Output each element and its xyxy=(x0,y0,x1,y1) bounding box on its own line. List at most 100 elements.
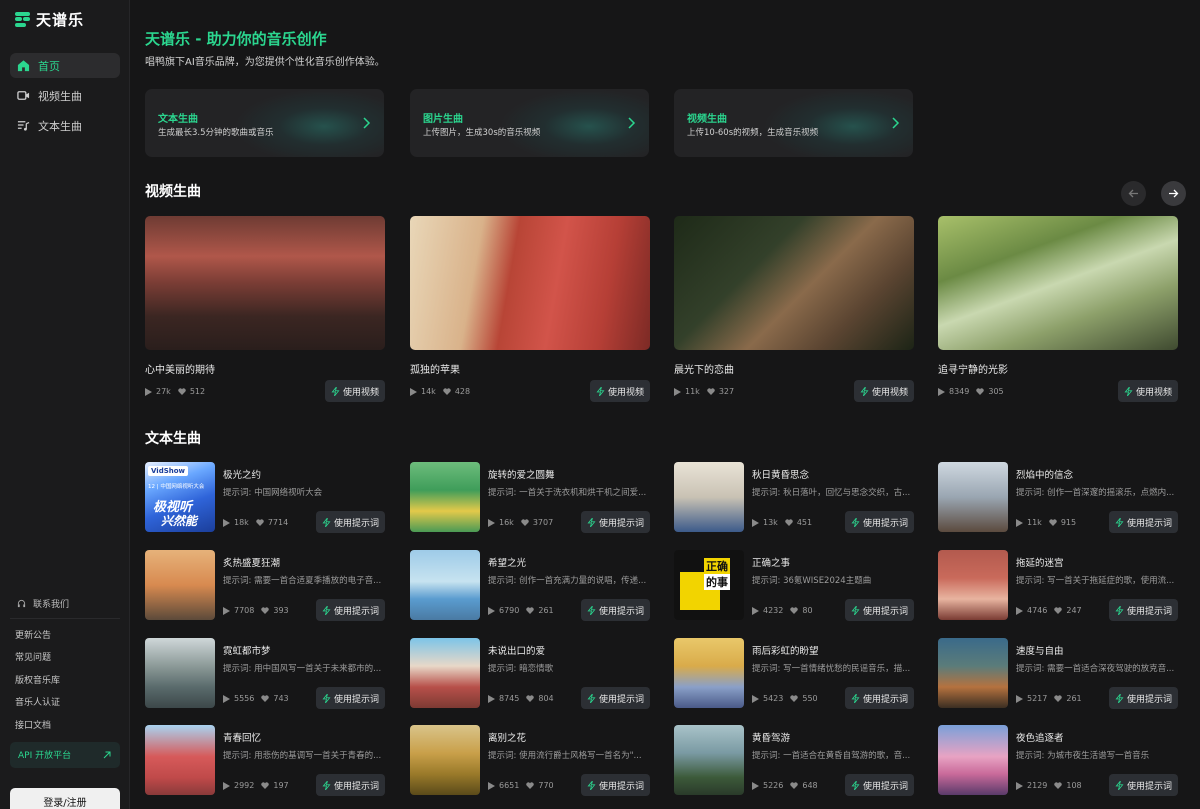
sidebar-link-library[interactable]: 版权音乐库 xyxy=(0,668,130,691)
song-cover[interactable] xyxy=(674,725,744,795)
use-prompt-button[interactable]: 使用提示词 xyxy=(1108,599,1178,621)
use-prompt-button[interactable]: 使用提示词 xyxy=(580,599,650,621)
use-prompt-button[interactable]: 使用提示词 xyxy=(844,599,914,621)
use-video-button[interactable]: 使用视频 xyxy=(853,380,914,402)
use-prompt-button[interactable]: 使用提示词 xyxy=(1108,687,1178,709)
use-prompt-button[interactable]: 使用提示词 xyxy=(315,511,385,533)
song-cover[interactable] xyxy=(938,462,1008,532)
song-title: 炙热盛夏狂潮 xyxy=(223,558,281,569)
sidebar-link-faq[interactable]: 常见问题 xyxy=(0,646,130,669)
use-prompt-button[interactable]: 使用提示词 xyxy=(1108,774,1178,796)
play-count: 27k xyxy=(156,387,171,396)
use-prompt-button[interactable]: 使用提示词 xyxy=(844,774,914,796)
text-song-card[interactable]: 旋转的爱之圆舞 提示词: 一首关于洗衣机和烘干机之间爱... 16k 3707 使用提示… xyxy=(410,462,650,534)
text-song-card[interactable]: 炙热盛夏狂潮 提示词: 需要一首合适夏季播放的电子音... 7708 393 使用提示词 xyxy=(145,550,385,622)
login-button[interactable]: 登录/注册 xyxy=(10,788,120,809)
video-thumbnail[interactable] xyxy=(674,216,914,350)
use-prompt-button[interactable]: 使用提示词 xyxy=(580,511,650,533)
sidebar-link-api-docs[interactable]: 接口文档 xyxy=(0,713,130,736)
text-song-card[interactable]: 正确 的事 正确之事 提示词: 36氪WISE2024主题曲 4232 80 使用提示词 xyxy=(674,550,914,622)
play-count-icon xyxy=(752,606,759,615)
use-video-button[interactable]: 使用视频 xyxy=(324,380,385,402)
text-song-card[interactable]: 希望之光 提示词: 创作一首充满力量的说唱，传递... 6790 261 使用提示词 xyxy=(410,550,650,622)
text-song-card[interactable]: 秋日黄昏思念 提示词: 秋日落叶，回忆与思念交织，古... 13k 451 使用提示词 xyxy=(674,462,914,534)
lightning-icon xyxy=(587,693,596,703)
song-cover[interactable] xyxy=(145,550,215,620)
use-prompt-label: 使用提示词 xyxy=(598,606,644,617)
song-prompt: 提示词: 写一首关于拖延症的歌，使用流... xyxy=(1016,576,1175,586)
video-thumbnail[interactable] xyxy=(145,216,385,350)
song-cover[interactable] xyxy=(938,638,1008,708)
song-cover[interactable]: VidShow 12 | 中国网络视听大会 极视听 兴然能 xyxy=(145,462,215,532)
lightning-icon xyxy=(322,517,331,527)
feature-title: 文本生曲 xyxy=(158,114,198,125)
song-cover[interactable] xyxy=(938,725,1008,795)
like-count-icon xyxy=(178,388,186,395)
nav-item-text-music[interactable]: 文本生曲 xyxy=(10,113,120,138)
video-thumbnail[interactable] xyxy=(410,216,650,350)
video-card[interactable]: 孤独的苹果 14k 428 使用视频 xyxy=(410,216,650,402)
song-cover[interactable] xyxy=(938,550,1008,620)
use-prompt-button[interactable]: 使用提示词 xyxy=(580,687,650,709)
text-song-card[interactable]: 青春回忆 提示词: 用悲伤的基调写一首关于青春的... 2992 197 使用提示词 xyxy=(145,725,385,797)
divider xyxy=(10,618,120,619)
chevron-right-icon xyxy=(628,117,636,129)
song-stats: 13k 451 xyxy=(752,518,812,527)
feature-desc: 生成最长3.5分钟的歌曲或音乐 xyxy=(158,128,274,138)
play-count-icon xyxy=(752,694,759,703)
play-count: 14k xyxy=(421,387,436,396)
song-cover[interactable] xyxy=(145,725,215,795)
text-song-card[interactable]: 烈焰中的信念 提示词: 创作一首深邃的摇滚乐，点燃内... 11k 915 使用提示词 xyxy=(938,462,1178,534)
song-cover[interactable] xyxy=(410,550,480,620)
song-cover[interactable] xyxy=(674,462,744,532)
carousel-next-button[interactable] xyxy=(1161,181,1186,206)
nav-item-home[interactable]: 首页 xyxy=(10,53,120,78)
text-song-card[interactable]: 速度与自由 提示词: 需要一首适合深夜驾驶的放克音... 5217 261 使用提示词 xyxy=(938,638,1178,710)
use-prompt-button[interactable]: 使用提示词 xyxy=(315,774,385,796)
feature-title: 视频生曲 xyxy=(687,114,727,125)
sidebar-link-updates[interactable]: 更新公告 xyxy=(0,623,130,646)
nav-item-video-music[interactable]: 视频生曲 xyxy=(10,83,120,108)
use-video-button[interactable]: 使用视频 xyxy=(1117,380,1178,402)
song-cover[interactable] xyxy=(145,638,215,708)
brand-logo[interactable]: 天谱乐 xyxy=(15,9,84,29)
play-count: 4746 xyxy=(1027,606,1048,615)
lightning-icon xyxy=(596,386,605,396)
video-card[interactable]: 晨光下的恋曲 11k 327 使用视频 xyxy=(674,216,914,402)
video-card[interactable]: 追寻宁静的光影 8349 305 使用视频 xyxy=(938,216,1178,402)
text-song-card[interactable]: 离别之花 提示词: 使用流行爵士风格写一首名为"... 6651 770 使用提示词 xyxy=(410,725,650,797)
video-card[interactable]: 心中美丽的期待 27k 512 使用视频 xyxy=(145,216,385,402)
song-cover[interactable] xyxy=(410,638,480,708)
text-song-card[interactable]: 夜色追逐者 提示词: 为城市夜生活谱写一首音乐 2129 108 使用提示词 xyxy=(938,725,1178,797)
contact-link[interactable]: 联系我们 xyxy=(0,592,130,614)
carousel-prev-button[interactable] xyxy=(1121,181,1146,206)
song-cover[interactable] xyxy=(410,462,480,532)
text-song-card[interactable]: 雨后彩虹的盼望 提示词: 写一首情绪忧愁的民谣音乐，描... 5423 550 使用提示… xyxy=(674,638,914,710)
feature-card-image[interactable]: 图片生曲 上传图片，生成30s的音乐视频 xyxy=(410,89,649,157)
play-count: 4232 xyxy=(763,606,784,615)
song-cover[interactable] xyxy=(674,638,744,708)
text-song-card[interactable]: VidShow 12 | 中国网络视听大会 极视听 兴然能 极光之约 提示词: 中国网络视… xyxy=(145,462,385,534)
text-song-card[interactable]: 拖延的迷宫 提示词: 写一首关于拖延症的歌，使用流... 4746 247 使用提示词 xyxy=(938,550,1178,622)
use-prompt-button[interactable]: 使用提示词 xyxy=(844,511,914,533)
song-cover[interactable]: 正确 的事 xyxy=(674,550,744,620)
text-song-card[interactable]: 黄昏驾游 提示词: 一首适合在黄昏自驾游的歌，音... 5226 648 使用提示词 xyxy=(674,725,914,797)
use-prompt-button[interactable]: 使用提示词 xyxy=(1108,511,1178,533)
play-count: 5226 xyxy=(763,781,784,790)
use-prompt-button[interactable]: 使用提示词 xyxy=(844,687,914,709)
song-cover[interactable] xyxy=(410,725,480,795)
use-prompt-button[interactable]: 使用提示词 xyxy=(580,774,650,796)
text-song-card[interactable]: 未说出口的爱 提示词: 暗恋情歌 8745 804 使用提示词 xyxy=(410,638,650,710)
like-count: 261 xyxy=(1066,694,1082,703)
use-prompt-button[interactable]: 使用提示词 xyxy=(315,687,385,709)
text-song-card[interactable]: 霓虹都市梦 提示词: 用中国风写一首关于未来都市的... 5556 743 使用提示词 xyxy=(145,638,385,710)
api-platform-button[interactable]: API 开放平台 xyxy=(10,741,120,768)
headset-icon xyxy=(17,599,26,607)
feature-card-text[interactable]: 文本生曲 生成最长3.5分钟的歌曲或音乐 xyxy=(145,89,384,157)
sidebar-link-musician[interactable]: 音乐人认证 xyxy=(0,691,130,714)
feature-card-video[interactable]: 视频生曲 上传10-60s的视频，生成音乐视频 xyxy=(674,89,913,157)
use-video-button[interactable]: 使用视频 xyxy=(589,380,650,402)
video-thumbnail[interactable] xyxy=(938,216,1178,350)
use-prompt-button[interactable]: 使用提示词 xyxy=(315,599,385,621)
like-count-icon xyxy=(256,519,264,526)
